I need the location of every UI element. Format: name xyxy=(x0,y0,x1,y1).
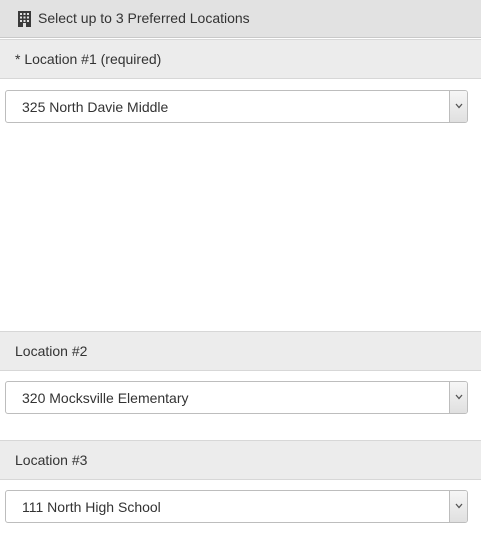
location-1-select[interactable]: 325 North Davie Middle xyxy=(5,90,468,123)
panel-title-bar: Select up to 3 Preferred Locations xyxy=(0,0,481,38)
location-3-header: Location #3 xyxy=(0,440,481,480)
location-1-header: * Location #1 (required) xyxy=(0,39,481,79)
chevron-down-icon[interactable] xyxy=(449,491,467,522)
building-icon xyxy=(18,11,31,27)
chevron-down-icon[interactable] xyxy=(449,382,467,413)
location-1-label: * Location #1 (required) xyxy=(15,51,162,67)
location-2-header: Location #2 xyxy=(0,331,481,371)
panel-title: Select up to 3 Preferred Locations xyxy=(38,10,250,26)
chevron-down-icon[interactable] xyxy=(449,91,467,122)
location-3-label: Location #3 xyxy=(15,452,88,468)
location-1-selected-value: 325 North Davie Middle xyxy=(22,99,169,115)
location-3-select[interactable]: 111 North High School xyxy=(5,490,468,523)
location-2-label: Location #2 xyxy=(15,343,88,359)
preferred-locations-panel: Select up to 3 Preferred Locations * Loc… xyxy=(0,0,481,545)
location-2-select[interactable]: 320 Mocksville Elementary xyxy=(5,381,468,414)
location-2-selected-value: 320 Mocksville Elementary xyxy=(22,390,189,406)
location-3-selected-value: 111 North High School xyxy=(22,499,161,515)
